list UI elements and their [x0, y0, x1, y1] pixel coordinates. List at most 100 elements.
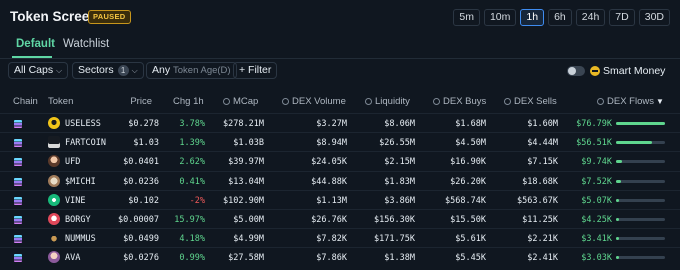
mcap-cell: $5.00M: [233, 215, 264, 225]
borgy-logo-icon: [48, 213, 60, 225]
dex-flow-bar-fill: [616, 237, 619, 241]
solana-icon: [14, 120, 22, 128]
dex-flow-bar: [616, 237, 665, 241]
smart-money-toggle[interactable]: [567, 66, 585, 76]
michi-logo-icon: [48, 174, 60, 187]
dex-buys-cell: $5.45K: [455, 253, 486, 264]
sectors-dropdown-label: Sectors: [78, 64, 114, 76]
dex-buys-cell: $568.74K: [445, 195, 486, 206]
dex-flows-cell: $7.52K: [581, 176, 612, 187]
col-mcap[interactable]: MCap: [223, 96, 258, 107]
token-symbol[interactable]: UFD: [65, 157, 80, 167]
chevron-down-icon: ⌵: [131, 66, 138, 75]
dex-volume-cell: $26.76K: [311, 215, 347, 225]
dex-buys-cell: $1.68M: [455, 119, 486, 129]
mcap-cell: $39.97M: [228, 157, 264, 168]
timeframe-button[interactable]: 24h: [575, 9, 606, 26]
dex-buys-cell: $4.50M: [455, 138, 486, 149]
table-row[interactable]: FARTCOIN $1.03 1.39% $1.03B $8.94M $26.55M $4.…: [0, 133, 680, 152]
dex-volume-cell: $1.13M: [316, 195, 347, 206]
col-dex-volume[interactable]: DEX Volume: [282, 96, 346, 107]
tab-default[interactable]: Default: [16, 38, 55, 50]
dex-flow-bar: [616, 160, 665, 164]
dex-flow-bar: [616, 256, 665, 260]
sort-icon: [504, 98, 511, 105]
add-filter-button[interactable]: + Filter: [233, 62, 278, 79]
liquidity-cell: $1.83M: [384, 176, 415, 187]
dex-sells-cell: $563.67K: [517, 195, 558, 206]
token-symbol[interactable]: NUMMUS: [65, 234, 96, 244]
sort-desc-icon: ▼: [655, 97, 664, 106]
dex-flow-bar: [616, 198, 665, 202]
solana-icon: [14, 139, 22, 148]
sort-icon: [282, 98, 289, 105]
dex-buys-cell: $16.90K: [450, 157, 486, 168]
table-row[interactable]: VINE $0.102 -2% $102.90M $1.13M $3.86M $568.74…: [0, 191, 680, 210]
change-cell: -2%: [189, 195, 205, 206]
table-row[interactable]: UFD $0.0401 2.62% $39.97M $24.05K $2.15M $16.9…: [0, 152, 680, 171]
caps-dropdown[interactable]: All Caps ⌵: [8, 62, 69, 79]
col-dex-sells[interactable]: DEX Sells: [504, 96, 557, 107]
solana-icon: [14, 177, 22, 186]
timeframe-button[interactable]: 10m: [483, 9, 517, 26]
mcap-cell: $1.03B: [233, 138, 264, 149]
token-symbol[interactable]: BORGY: [65, 215, 91, 225]
table-row[interactable]: AVA $0.0276 0.99% $27.58M $7.86K $1.38M $5.45K…: [0, 248, 680, 267]
timeframe-button[interactable]: 5m: [453, 9, 480, 26]
table-row[interactable]: $MICHI $0.0236 0.41% $13.04M $44.88K $1.83M $2…: [0, 172, 680, 191]
price-cell: $0.00007: [118, 215, 159, 225]
chevron-down-icon: ⌵: [56, 66, 63, 75]
change-cell: 15.97%: [174, 215, 205, 225]
dex-sells-cell: $1.60M: [527, 119, 558, 129]
token-age-filter[interactable]: Any Token Age(D): [146, 62, 237, 79]
timeframe-selector: 5m 10m 1h 6h 24h 7D 30D: [453, 9, 670, 26]
tab-watchlist[interactable]: Watchlist: [63, 38, 109, 50]
ava-logo-icon: [48, 251, 60, 264]
col-dex-buys[interactable]: DEX Buys: [433, 96, 486, 107]
dex-flows-cell: $3.41K: [581, 234, 612, 245]
col-dex-sells-label: DEX Sells: [514, 96, 557, 107]
sectors-dropdown[interactable]: Sectors 1 ⌵: [72, 62, 144, 79]
table-row[interactable]: NUMMUS $0.0499 4.18% $4.99M $7.82K $171.75K $5…: [0, 229, 680, 248]
fartcoin-logo-icon: [48, 136, 60, 149]
timeframe-button[interactable]: 7D: [609, 9, 635, 26]
mcap-cell: $102.90M: [223, 195, 264, 206]
timeframe-button[interactable]: 1h: [520, 9, 545, 26]
dex-buys-cell: $5.61K: [455, 234, 486, 245]
col-token[interactable]: Token: [48, 96, 73, 107]
col-liquidity[interactable]: Liquidity: [365, 96, 410, 107]
caps-dropdown-label: All Caps: [14, 64, 54, 76]
mcap-cell: $27.58M: [228, 253, 264, 264]
sort-icon: [597, 98, 604, 105]
col-chg[interactable]: Chg 1h: [173, 96, 204, 107]
token-symbol[interactable]: USELESS: [65, 119, 101, 129]
col-chain[interactable]: Chain: [13, 96, 38, 107]
dex-flows-cell: $4.25K: [581, 215, 612, 225]
dex-volume-cell: $44.88K: [311, 176, 347, 187]
dex-sells-cell: $7.15K: [527, 157, 558, 168]
divider: [0, 58, 680, 59]
timeframe-button[interactable]: 30D: [638, 9, 670, 26]
dex-flow-bar: [616, 122, 665, 125]
dex-sells-cell: $11.25K: [522, 215, 558, 225]
change-cell: 2.62%: [179, 157, 205, 168]
dex-volume-cell: $3.27M: [316, 119, 347, 129]
useless-logo-icon: [48, 117, 60, 129]
liquidity-cell: $171.75K: [374, 234, 415, 245]
col-dex-flows[interactable]: DEX Flows ▼: [597, 96, 664, 107]
timeframe-button[interactable]: 6h: [548, 9, 572, 26]
smart-money-icon: [590, 66, 600, 76]
change-cell: 3.78%: [179, 119, 205, 129]
liquidity-cell: $156.30K: [374, 215, 415, 225]
table-row[interactable]: BORGY $0.00007 15.97% $5.00M $26.76K $156.30K…: [0, 210, 680, 229]
token-symbol[interactable]: $MICHI: [65, 177, 96, 187]
token-symbol[interactable]: VINE: [65, 196, 85, 206]
token-symbol[interactable]: AVA: [65, 253, 80, 263]
dex-volume-cell: $7.86K: [316, 253, 347, 264]
table-row[interactable]: USELESS $0.278 3.78% $278.21M $3.27M $8.06M $1…: [0, 114, 680, 133]
price-cell: $0.0401: [123, 157, 159, 168]
col-price[interactable]: Price: [130, 96, 152, 107]
token-symbol[interactable]: FARTCOIN: [65, 138, 106, 148]
liquidity-cell: $26.55M: [379, 138, 415, 149]
dex-sells-cell: $2.41K: [527, 253, 558, 264]
